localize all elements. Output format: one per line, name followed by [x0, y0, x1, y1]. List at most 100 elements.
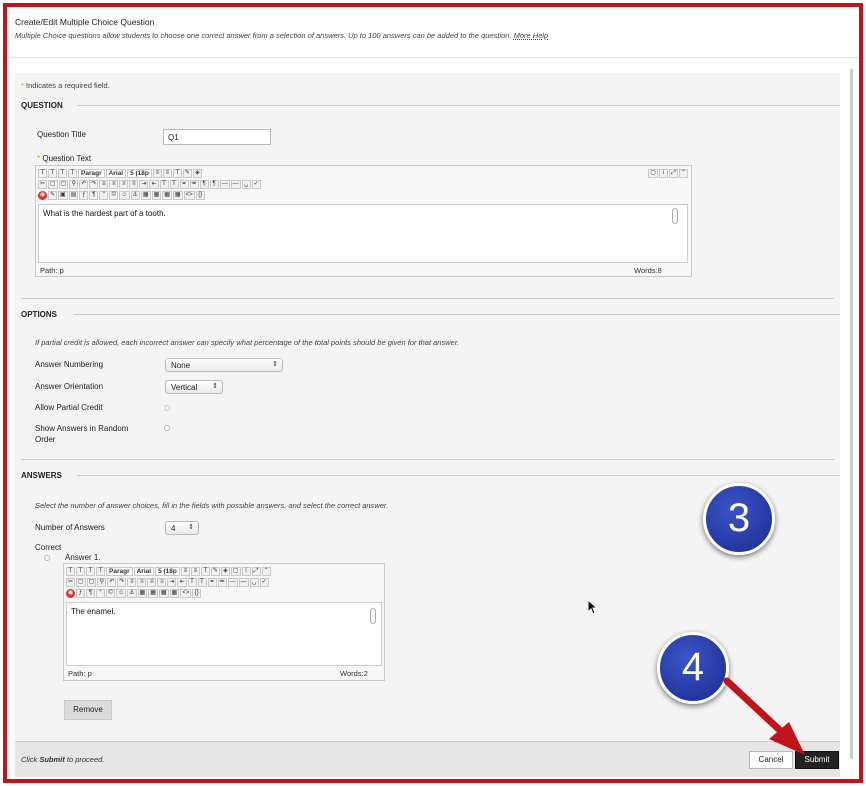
anchor-icon[interactable]: ⚓ — [127, 588, 137, 598]
math-icon[interactable]: ƒ — [79, 190, 89, 200]
symbol-icon[interactable]: © — [106, 588, 115, 598]
subscript-icon[interactable]: T — [197, 577, 207, 587]
random-order-checkbox[interactable] — [164, 425, 170, 431]
cut-icon[interactable]: ✂ — [38, 179, 48, 189]
table-cell-icon[interactable]: ▦ — [172, 190, 183, 200]
collapse-toolbar-icon[interactable]: ⌃ — [261, 566, 271, 576]
spellcheck-icon[interactable]: ✓ — [251, 179, 261, 189]
align-center-icon[interactable]: ≡ — [137, 577, 147, 587]
quote-icon[interactable]: “ — [99, 190, 109, 200]
answer-1-correct-radio[interactable] — [44, 555, 50, 561]
text-color-icon[interactable]: T — [200, 566, 210, 576]
highlight-icon[interactable]: ✎ — [182, 168, 192, 178]
quote-icon[interactable]: “ — [96, 588, 105, 598]
preview-icon[interactable]: ▢ — [648, 168, 658, 178]
text-style-icon[interactable]: T — [66, 566, 75, 576]
dash-icon[interactable]: — — [230, 179, 241, 189]
eraser-icon[interactable]: ◈ — [220, 566, 230, 576]
undo-icon[interactable]: ↶ — [79, 179, 89, 189]
info-icon[interactable]: i — [241, 566, 251, 576]
paste-icon[interactable]: ▢ — [58, 179, 69, 189]
justify-icon[interactable]: ≡ — [157, 577, 167, 587]
find-icon[interactable]: ⚲ — [97, 577, 107, 587]
paste-icon[interactable]: ▢ — [86, 577, 97, 587]
html-icon[interactable]: <> — [183, 190, 195, 200]
redo-icon[interactable]: ↷ — [89, 179, 99, 189]
info-icon[interactable]: i — [658, 168, 668, 178]
ltr-icon[interactable]: ¶ — [199, 179, 209, 189]
indent-icon[interactable]: ⇥ — [139, 179, 149, 189]
css-icon[interactable]: {} — [195, 190, 205, 200]
italic-text-icon[interactable]: T — [48, 168, 57, 178]
subscript-icon[interactable]: T — [169, 179, 179, 189]
paragraph-icon[interactable]: ¶ — [89, 190, 99, 200]
numbered-list-icon[interactable]: ≡ — [162, 168, 172, 178]
collapse-toolbar-icon[interactable]: ⌃ — [678, 168, 688, 178]
table-row-icon[interactable]: ▦ — [151, 190, 162, 200]
mashup-icon[interactable]: ◉ — [38, 190, 47, 200]
horizontal-rule-icon[interactable]: — — [227, 577, 238, 587]
text-color-icon[interactable]: T — [172, 168, 182, 178]
italic-text-icon[interactable]: T — [76, 566, 85, 576]
align-right-icon[interactable]: ≡ — [119, 179, 129, 189]
symbol-icon[interactable]: © — [109, 190, 119, 200]
dash-icon[interactable]: — — [238, 577, 249, 587]
align-left-icon[interactable]: ≡ — [127, 577, 137, 587]
font-size-select[interactable]: 5 (18p — [127, 168, 152, 178]
answer-editor-scrollbar[interactable] — [370, 608, 376, 624]
indent-icon[interactable]: ⇥ — [167, 577, 177, 587]
superscript-icon[interactable]: T — [159, 179, 169, 189]
question-editor-scrollbar[interactable] — [672, 208, 678, 224]
math-icon[interactable]: ƒ — [76, 588, 85, 598]
numbered-list-icon[interactable]: ≡ — [190, 566, 200, 576]
rtl-icon[interactable]: ¶ — [209, 179, 219, 189]
remove-answer-button[interactable]: Remove — [64, 700, 112, 720]
link-icon[interactable]: ⚭ — [207, 577, 217, 587]
bullet-list-icon[interactable]: ≡ — [180, 566, 190, 576]
html-icon[interactable]: <> — [180, 588, 192, 598]
anchor-icon[interactable]: ⚓ — [130, 190, 140, 200]
redo-icon[interactable]: ↷ — [117, 577, 127, 587]
bullet-list-icon[interactable]: ≡ — [152, 168, 162, 178]
strikethrough-text-icon[interactable]: T — [96, 566, 105, 576]
underline-text-icon[interactable]: T — [58, 168, 67, 178]
nbsp-icon[interactable]: ␣ — [249, 577, 259, 587]
underline-text-icon[interactable]: T — [86, 566, 95, 576]
align-center-icon[interactable]: ≡ — [109, 179, 119, 189]
question-text-area[interactable]: What is the hardest part of a tooth. — [38, 204, 688, 263]
highlight-icon[interactable]: ✎ — [210, 566, 220, 576]
cut-icon[interactable]: ✂ — [66, 577, 76, 587]
table-col-icon[interactable]: ▦ — [162, 190, 172, 200]
text-style-icon[interactable]: T — [38, 168, 47, 178]
strikethrough-text-icon[interactable]: T — [68, 168, 77, 178]
nbsp-icon[interactable]: ␣ — [241, 179, 251, 189]
format-select[interactable]: Paragr — [78, 168, 105, 178]
paragraph-icon[interactable]: ¶ — [86, 588, 95, 598]
spellcheck-icon[interactable]: ✓ — [259, 577, 269, 587]
answer-orientation-select[interactable]: Vertical ⇕ — [165, 380, 223, 394]
outdent-icon[interactable]: ⇤ — [177, 577, 187, 587]
question-title-input[interactable]: Q1 — [163, 129, 271, 145]
fullscreen-icon[interactable]: ⤢ — [668, 168, 678, 178]
emoticon-icon[interactable]: ☺ — [116, 588, 127, 598]
table-icon[interactable]: ▦ — [140, 190, 151, 200]
image-icon[interactable]: ▣ — [58, 190, 68, 200]
horizontal-rule-icon[interactable]: — — [219, 179, 230, 189]
answer-1-text-area[interactable]: The enamel. — [66, 602, 382, 666]
copy-icon[interactable]: ▢ — [76, 577, 86, 587]
superscript-icon[interactable]: T — [187, 577, 197, 587]
table-icon[interactable]: ▦ — [137, 588, 148, 598]
attach-icon[interactable]: ✎ — [48, 190, 58, 200]
more-help-link[interactable]: More Help — [514, 31, 549, 40]
preview-icon[interactable]: ▢ — [230, 566, 241, 576]
mashup-icon[interactable]: ◉ — [66, 588, 75, 598]
number-of-answers-select[interactable]: 4 ⇕ — [165, 521, 199, 535]
unlink-icon[interactable]: ⚮ — [189, 179, 199, 189]
align-left-icon[interactable]: ≡ — [99, 179, 109, 189]
unlink-icon[interactable]: ⚮ — [217, 577, 227, 587]
undo-icon[interactable]: ↶ — [107, 577, 117, 587]
justify-icon[interactable]: ≡ — [129, 179, 139, 189]
copy-icon[interactable]: ▢ — [48, 179, 58, 189]
table-cell-icon[interactable]: ▦ — [169, 588, 180, 598]
answer-numbering-select[interactable]: None ⇕ — [165, 358, 283, 372]
